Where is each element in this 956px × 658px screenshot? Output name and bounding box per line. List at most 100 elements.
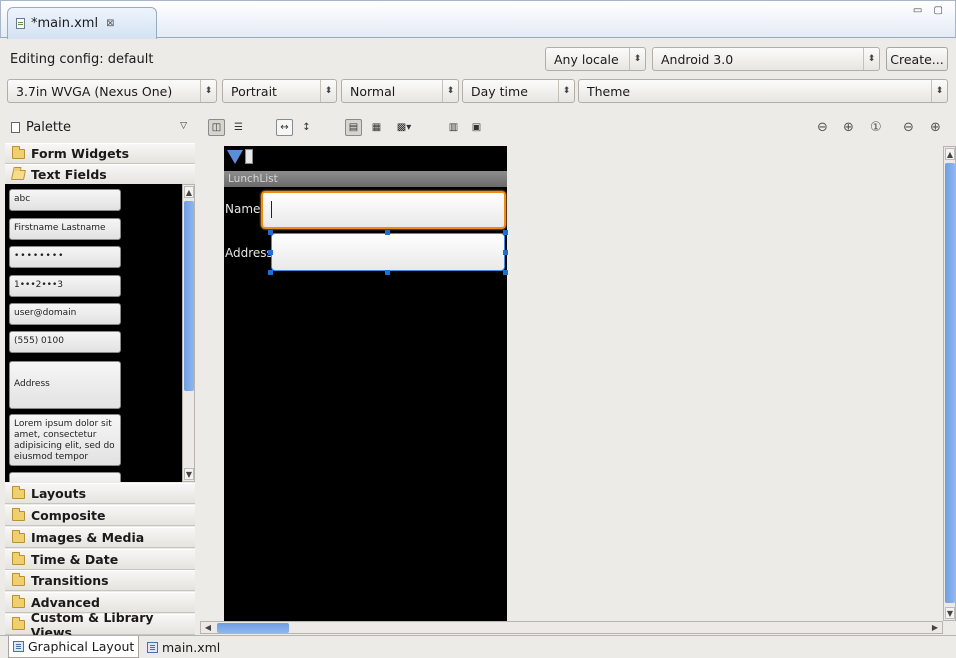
scroll-right-icon[interactable]: ▶ xyxy=(929,622,941,633)
orientation-select[interactable]: Portrait ⬍ xyxy=(222,79,337,103)
device-value: 3.7in WVGA (Nexus One) xyxy=(16,83,173,99)
config-row: Editing config: default Any locale ⬍ And… xyxy=(0,44,956,74)
resize-handle[interactable] xyxy=(268,270,273,275)
editor-mode-tabs: Graphical Layout main.xml xyxy=(0,635,956,658)
density-value: Normal xyxy=(350,83,396,99)
layout-horizontal-icon[interactable]: ◫ xyxy=(208,119,225,136)
chevron-updown-icon: ⬍ xyxy=(442,80,458,102)
resize-handle[interactable] xyxy=(503,250,508,255)
category-custom-library-views[interactable]: Custom & Library Views xyxy=(5,610,195,640)
zoom-emulate-icon[interactable]: ⊖ xyxy=(817,120,828,135)
palette-header[interactable]: Palette ▽ xyxy=(5,111,195,144)
toggle-fill-width-icon[interactable]: ↔ xyxy=(276,119,293,136)
distribute-weights-icon[interactable]: ▥ xyxy=(445,119,462,136)
folder-icon xyxy=(12,529,25,543)
scrollbar-thumb[interactable] xyxy=(945,163,955,603)
palette-item-phone[interactable]: (555) 0100 xyxy=(9,331,121,353)
name-edit-text[interactable] xyxy=(261,191,506,229)
category-transitions[interactable]: Transitions xyxy=(5,570,195,591)
tab-main-xml[interactable]: *main.xml ⊠ xyxy=(7,7,157,39)
resize-handle[interactable] xyxy=(268,250,273,255)
resize-handle[interactable] xyxy=(268,230,273,235)
palette-item-number[interactable]: 1•••2•••3 xyxy=(9,275,121,297)
address-edit-text[interactable] xyxy=(271,233,505,271)
layout-vertical-icon[interactable]: ☰ xyxy=(230,119,247,136)
palette-item-multiline-text[interactable]: Lorem ipsum dolor sit amet, consectetur … xyxy=(9,414,121,466)
scroll-up-icon[interactable]: ▲ xyxy=(945,148,955,160)
canvas-horizontal-scrollbar[interactable]: ◀ ▶ xyxy=(200,621,943,634)
palette-text-fields-list: abc Firstname Lastname •••••••• 1•••2•••… xyxy=(5,184,182,482)
palette-item-password[interactable]: •••••••• xyxy=(9,246,121,268)
category-form-widgets[interactable]: Form Widgets xyxy=(5,143,195,164)
theme-select[interactable]: Theme ⬍ xyxy=(578,79,948,103)
category-layouts[interactable]: Layouts xyxy=(5,483,195,504)
palette-item-person-name[interactable]: Firstname Lastname xyxy=(9,218,121,240)
scroll-down-icon[interactable]: ▼ xyxy=(945,607,955,619)
scroll-up-icon[interactable]: ▲ xyxy=(184,186,194,198)
device-config-row: 3.7in WVGA (Nexus One) ⬍ Portrait ⬍ Norm… xyxy=(0,76,956,106)
category-text-fields[interactable]: Text Fields xyxy=(5,164,195,185)
margins-dropdown-icon[interactable]: ▩▾ xyxy=(390,119,418,136)
category-images-media[interactable]: Images & Media xyxy=(5,527,195,548)
zoom-out-icon[interactable]: ⊖ xyxy=(903,120,914,135)
minimize-maximize-icons[interactable]: ▭ ▢ xyxy=(913,5,947,16)
resize-handle[interactable] xyxy=(385,230,390,235)
xml-file-icon xyxy=(16,18,25,29)
name-label[interactable]: Name: xyxy=(225,202,264,216)
clear-weights-icon[interactable]: ▣ xyxy=(468,119,485,136)
palette-scrollbar[interactable]: ▲ ▼ xyxy=(182,184,195,482)
category-label: Layouts xyxy=(31,486,87,501)
folder-open-icon xyxy=(10,169,27,180)
editing-config-label: Editing config: default xyxy=(10,51,154,67)
design-canvas[interactable]: LunchList Name: Address: xyxy=(200,146,943,621)
zoom-in-icon[interactable]: ⊕ xyxy=(930,120,941,135)
tab-graphical-layout[interactable]: Graphical Layout xyxy=(8,636,140,658)
device-select[interactable]: 3.7in WVGA (Nexus One) ⬍ xyxy=(7,79,217,103)
scrollbar-thumb[interactable] xyxy=(217,623,289,633)
device-screen[interactable]: LunchList Name: Address: xyxy=(224,146,508,621)
density-select[interactable]: Normal ⬍ xyxy=(341,79,459,103)
editor-tab-bar: *main.xml ⊠ ▭ ▢ xyxy=(0,0,956,39)
category-label: Transitions xyxy=(31,573,109,588)
tab-label: Graphical Layout xyxy=(28,639,135,654)
resize-handle[interactable] xyxy=(503,230,508,235)
tab-label: main.xml xyxy=(162,639,221,655)
chevron-down-icon[interactable]: ▽ xyxy=(180,121,187,131)
locale-select[interactable]: Any locale ⬍ xyxy=(545,47,646,71)
category-composite[interactable]: Composite xyxy=(5,505,195,526)
zoom-actual-size-icon[interactable]: ① xyxy=(870,120,882,135)
create-config-button[interactable]: Create... xyxy=(886,47,948,71)
app-title-bar: LunchList xyxy=(224,171,507,187)
chevron-updown-icon: ⬍ xyxy=(931,80,947,102)
folder-icon xyxy=(12,507,25,521)
chevron-updown-icon: ⬍ xyxy=(629,48,645,70)
align-baseline-icon[interactable]: ▤ xyxy=(345,119,362,136)
folder-icon xyxy=(12,616,25,630)
daytime-select[interactable]: Day time ⬍ xyxy=(462,79,575,103)
layout-icon xyxy=(13,641,24,652)
category-time-date[interactable]: Time & Date xyxy=(5,549,195,570)
resize-handle[interactable] xyxy=(503,270,508,275)
zoom-fit-icon[interactable]: ⊕ xyxy=(843,120,854,135)
palette-item-next[interactable] xyxy=(9,472,121,482)
category-label: Text Fields xyxy=(31,167,107,182)
close-tab-icon[interactable]: ⊠ xyxy=(106,18,114,29)
chevron-updown-icon: ⬍ xyxy=(558,80,574,102)
scrollbar-thumb[interactable] xyxy=(184,201,194,391)
canvas-toolbar: ◫ ☰ ↔ ↕ ▤ ▦ ▩▾ ▥ ▣ ⊖ ⊕ ① ⊖ ⊕ xyxy=(200,111,950,143)
daytime-value: Day time xyxy=(471,83,528,99)
palette-item-plain-text[interactable]: abc xyxy=(9,189,121,211)
scroll-left-icon[interactable]: ◀ xyxy=(202,622,214,633)
canvas-vertical-scrollbar[interactable]: ▲ ▼ xyxy=(943,146,956,621)
scroll-down-icon[interactable]: ▼ xyxy=(184,468,194,480)
palette-item-email[interactable]: user@domain xyxy=(9,303,121,325)
device-status-bar xyxy=(224,146,507,171)
toggle-fill-height-icon[interactable]: ↕ xyxy=(298,119,315,136)
resize-handle[interactable] xyxy=(385,270,390,275)
gravity-icon[interactable]: ▦ xyxy=(368,119,385,136)
theme-value: Theme xyxy=(587,83,631,99)
category-label: Composite xyxy=(31,508,106,523)
palette-item-postal-address[interactable]: Address xyxy=(9,361,121,409)
tab-xml-source[interactable]: main.xml xyxy=(143,636,224,658)
target-select[interactable]: Android 3.0 ⬍ xyxy=(652,47,880,71)
